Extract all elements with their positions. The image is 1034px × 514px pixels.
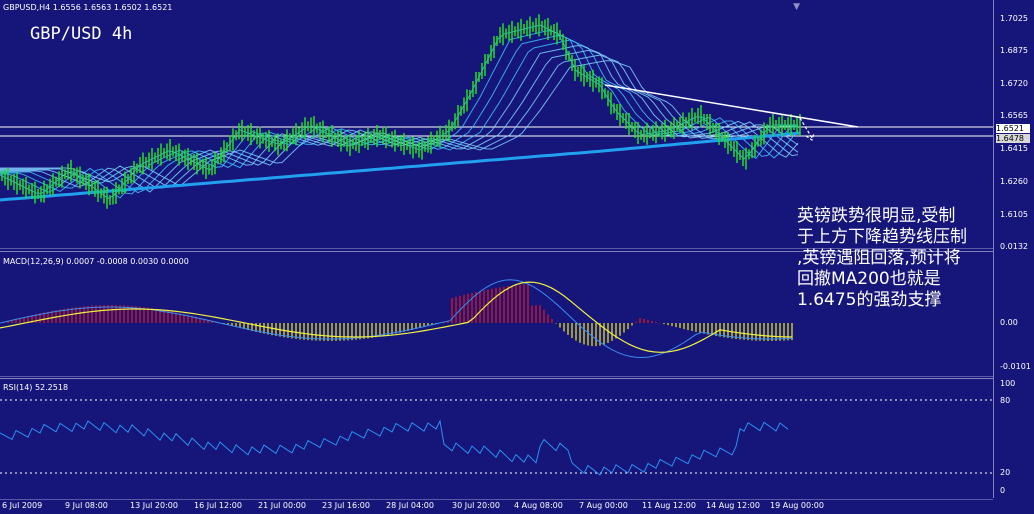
analysis-note: 英镑跌势很明显,受制 于上方下降趋势线压制 ,英镑遇阻回落,预计将 回撤MA20…: [797, 206, 1032, 311]
macd-tick: -0.0101: [1000, 362, 1031, 371]
time-tick: 30 Jul 20:00: [452, 501, 500, 510]
macd-line: [0, 279, 793, 359]
price-tick: 1.6720: [1000, 79, 1028, 88]
time-tick: 9 Jul 08:00: [65, 501, 108, 510]
chart-window: GBPUSD,H4 1.6556 1.6563 1.6502 1.6521 GB…: [0, 0, 1034, 514]
rsi-tick: 80: [1000, 396, 1011, 405]
rsi-tick: 20: [1000, 468, 1011, 477]
rsi-tick: 0: [1000, 486, 1006, 495]
time-tick: 19 Aug 00:00: [770, 501, 824, 510]
moving-average-line: [0, 45, 799, 193]
note-line: 于上方下降趋势线压制: [797, 227, 967, 247]
note-line: 英镑跌势很明显,受制: [797, 206, 956, 226]
time-tick: 23 Jul 16:00: [322, 501, 370, 510]
rsi-line: [0, 419, 789, 476]
price-tick: 1.6415: [1000, 144, 1028, 153]
rsi-chart: [0, 399, 993, 476]
price-tick: 1.6565: [1000, 111, 1028, 120]
time-tick: 7 Aug 00:00: [579, 501, 628, 510]
time-tick: 11 Aug 12:00: [642, 501, 696, 510]
price-tick: 1.6875: [1000, 46, 1028, 55]
time-tick: 14 Aug 12:00: [706, 501, 760, 510]
time-tick: 16 Jul 12:00: [194, 501, 242, 510]
time-tick: 28 Jul 04:00: [386, 501, 434, 510]
time-tick: 6 Jul 2009: [2, 501, 43, 510]
forecast-arrow: [799, 117, 815, 141]
current-price-box: 1.6521: [996, 124, 1030, 133]
rsi-tick: 100: [1000, 379, 1016, 388]
time-tick: 4 Aug 08:00: [514, 501, 563, 510]
level-price-box: 1.6478: [996, 134, 1030, 143]
note-line: 1.6475的强劲支撑: [797, 290, 942, 310]
macd-tick: 0.00: [1000, 318, 1018, 327]
moving-average-line: [0, 34, 798, 195]
moving-average-line: [0, 39, 799, 194]
price-tick: 1.6260: [1000, 177, 1028, 186]
time-tick: 13 Jul 20:00: [130, 501, 178, 510]
time-tick: 21 Jul 00:00: [258, 501, 306, 510]
price-tick: 1.7025: [1000, 14, 1028, 23]
note-line: ,英镑遇阻回落,预计将: [797, 248, 961, 268]
note-line: 回撤MA200也就是: [797, 269, 941, 289]
signal-line: [0, 281, 793, 353]
